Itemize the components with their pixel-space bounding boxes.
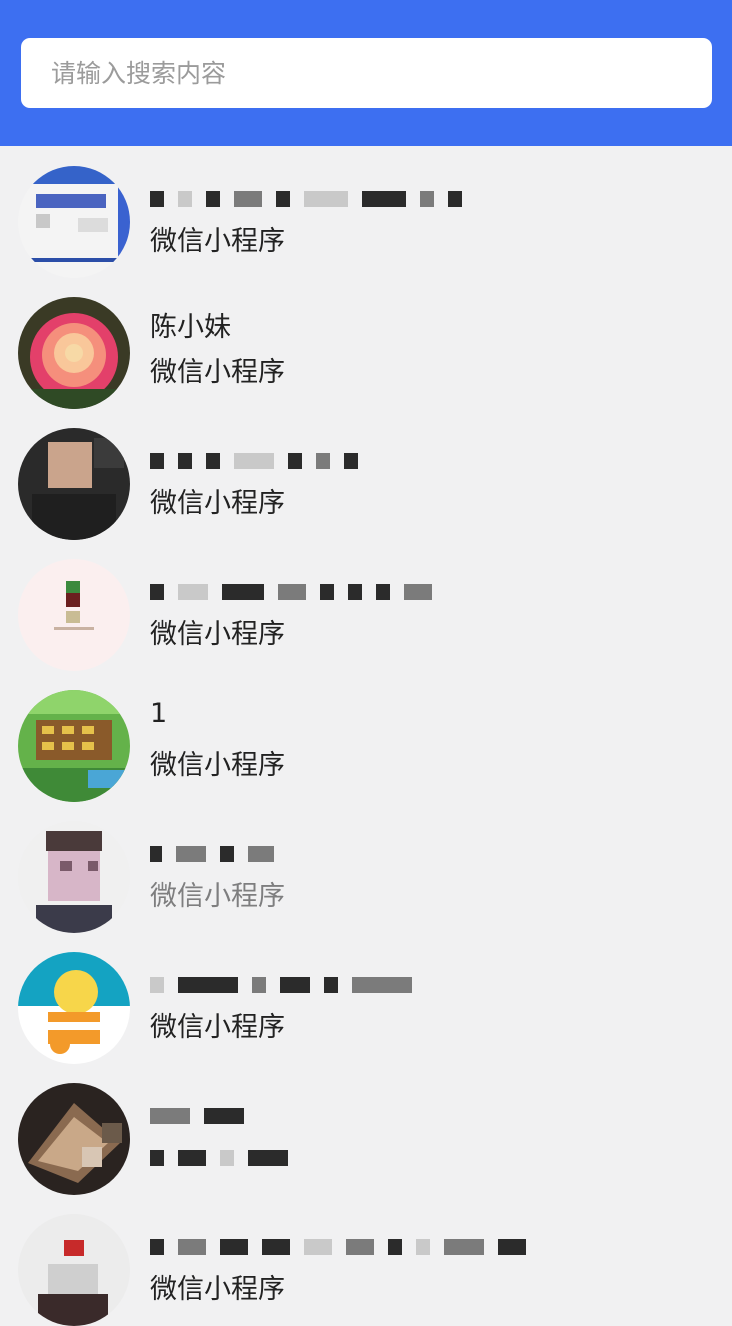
search-input[interactable] bbox=[21, 38, 712, 108]
chat-list: 微信小程序 陈小妹 微信小程序 微信小程序 微信小程序 1 微信小程序 微信小程… bbox=[0, 146, 732, 1326]
item-subtitle: 微信小程序 bbox=[150, 226, 285, 257]
farm-game-avatar-icon bbox=[18, 690, 130, 802]
item-subtitle: 微信小程序 bbox=[150, 1012, 285, 1043]
list-item[interactable]: 微信小程序 bbox=[0, 408, 732, 540]
item-name: 陈小妹 bbox=[150, 312, 231, 343]
list-item[interactable] bbox=[0, 1063, 732, 1195]
item-subtitle: 微信小程序 bbox=[150, 881, 285, 912]
item-subtitle: 微信小程序 bbox=[150, 357, 285, 388]
item-subtitle: 微信小程序 bbox=[150, 750, 285, 781]
list-item[interactable]: 微信小程序 bbox=[0, 539, 732, 671]
pixelated-name bbox=[150, 446, 570, 476]
person-avatar-icon bbox=[18, 428, 130, 540]
item-subtitle: 微信小程序 bbox=[150, 488, 285, 519]
list-item[interactable]: 微信小程序 bbox=[0, 146, 732, 278]
header-bar bbox=[0, 0, 732, 146]
pixelated-name bbox=[150, 184, 570, 214]
logo-avatar-icon bbox=[18, 559, 130, 671]
item-name: 1 bbox=[150, 698, 168, 729]
book-avatar-icon bbox=[18, 1083, 130, 1195]
blurred-avatar-icon bbox=[18, 1214, 130, 1326]
blurred-document-avatar-icon bbox=[18, 166, 130, 278]
list-item[interactable]: 微信小程序 bbox=[0, 801, 732, 933]
pixelated-subtitle bbox=[150, 1143, 570, 1173]
rose-avatar-icon bbox=[18, 297, 130, 409]
list-item[interactable]: 微信小程序 bbox=[0, 1194, 732, 1326]
pixelated-name bbox=[150, 577, 570, 607]
list-item[interactable]: 陈小妹 微信小程序 bbox=[0, 277, 732, 409]
list-item[interactable]: 1 微信小程序 bbox=[0, 670, 732, 802]
portrait-avatar-icon bbox=[18, 821, 130, 933]
list-item[interactable]: 微信小程序 bbox=[0, 932, 732, 1064]
pixelated-name bbox=[150, 1232, 570, 1262]
cartoon-avatar-icon bbox=[18, 952, 130, 1064]
pixelated-name bbox=[150, 1101, 570, 1131]
item-subtitle: 微信小程序 bbox=[150, 619, 285, 650]
item-subtitle: 微信小程序 bbox=[150, 1274, 285, 1305]
pixelated-name bbox=[150, 839, 570, 869]
pixelated-name bbox=[150, 970, 570, 1000]
